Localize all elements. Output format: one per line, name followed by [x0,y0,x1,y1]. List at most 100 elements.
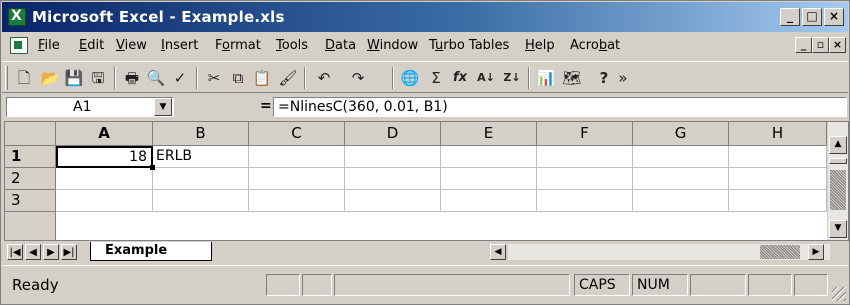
horizontal-scroll-thumb[interactable] [760,245,800,259]
copy-icon[interactable]: ⧉ [228,68,248,88]
column-header-g[interactable]: G [633,122,729,146]
menu-insert[interactable]: Insert [161,38,198,53]
last-sheet-button[interactable]: ▶| [61,244,77,260]
cell-c2[interactable] [249,168,345,190]
cell-f3[interactable] [537,190,633,212]
menu-file[interactable]: File [38,38,60,53]
paste-icon[interactable]: 📋 [252,68,272,88]
cell-b3[interactable] [153,190,249,212]
cell-d2[interactable] [345,168,441,190]
scroll-right-button[interactable]: ▶ [808,244,824,260]
cell-f2[interactable] [537,168,633,190]
maximize-button[interactable]: □ [802,8,822,26]
map-icon[interactable]: 🗺 [562,68,582,88]
doc-minimize-button[interactable]: _ [795,37,812,53]
row-header-4[interactable] [5,212,56,240]
function-icon[interactable]: fx [450,68,470,88]
more-icon[interactable]: » [616,68,630,88]
autosum-icon[interactable]: Σ [426,68,446,88]
minimize-button[interactable]: _ [780,8,800,26]
close-button[interactable]: × [824,8,844,26]
menu-format[interactable]: Format [215,38,261,53]
new-icon[interactable]: 🗋 [14,68,34,88]
doc-close-button[interactable]: × [829,37,846,53]
select-all-corner[interactable] [5,122,56,146]
menu-data[interactable]: Data [325,38,356,53]
menu-acrobat[interactable]: Acrobat [570,38,620,53]
open-icon[interactable]: 📂 [40,68,60,88]
column-header-f[interactable]: F [537,122,633,146]
column-header-b[interactable]: B [153,122,249,146]
column-header-c[interactable]: C [249,122,345,146]
formula-input[interactable]: =NlinesC(360, 0.01, B1) [273,97,847,117]
cell-h2[interactable] [729,168,827,190]
redo-icon[interactable]: ↷ [348,68,368,88]
row-header-2[interactable]: 2 [5,168,56,190]
column-header-h[interactable]: H [729,122,827,146]
cell-h1[interactable] [729,146,827,168]
column-header-d[interactable]: D [345,122,441,146]
column-header-a[interactable]: A [56,122,153,146]
row-header-1[interactable]: 1 [5,146,56,168]
hyperlink-icon[interactable]: 🌐 [400,68,420,88]
cell-a1[interactable]: 18 [56,146,153,168]
print-preview-icon[interactable]: 🔍 [146,68,166,88]
sort-descending-icon[interactable]: Z↓ [502,68,522,88]
menu-view[interactable]: View [116,38,147,53]
row-header-3[interactable]: 3 [5,190,56,212]
print-icon[interactable]: 🖶 [122,68,142,88]
cell-a2[interactable] [56,168,153,190]
cut-icon[interactable]: ✂ [204,68,224,88]
arrow-right-icon: ▶ [812,247,820,257]
menu-edit[interactable]: Edit [79,38,104,53]
cell-g3[interactable] [633,190,729,212]
name-box-dropdown[interactable]: ▼ [154,98,172,116]
resize-grip[interactable] [832,287,846,301]
cell-b1[interactable]: ERLB [153,146,249,168]
cell-f1[interactable] [537,146,633,168]
cell-e1[interactable] [441,146,537,168]
scroll-left-button[interactable]: ◀ [490,244,506,260]
cell-d1[interactable] [345,146,441,168]
cell-a3[interactable] [56,190,153,212]
fill-handle[interactable] [150,165,155,170]
menu-help[interactable]: Help [525,38,555,53]
arrow-left-icon: ◀ [494,247,502,257]
chart-wizard-icon[interactable]: 📊 [536,68,556,88]
help-icon[interactable]: ? [594,68,614,88]
cell-c1[interactable] [249,146,345,168]
undo-icon[interactable]: ↶ [314,68,334,88]
cell-b2[interactable] [153,168,249,190]
cell-d3[interactable] [345,190,441,212]
format-painter-icon[interactable]: 🖌 [278,68,298,88]
scroll-down-button[interactable]: ▼ [829,220,847,238]
next-sheet-button[interactable]: ▶ [43,244,59,260]
excel-app-icon[interactable] [8,8,26,26]
menu-window[interactable]: Window [367,38,418,53]
name-box[interactable]: A1 [6,97,174,117]
column-header-e[interactable]: E [441,122,537,146]
split-box[interactable] [829,158,847,164]
cell-g2[interactable] [633,168,729,190]
menu-turbo-tables[interactable]: Turbo Tables [429,38,509,53]
cell-g1[interactable] [633,146,729,168]
vertical-scrollbar[interactable]: ▲ ▼ [827,122,848,240]
title-bar[interactable]: Microsoft Excel - Example.xls _ □ × [2,2,848,32]
first-sheet-button[interactable]: |◀ [7,244,23,260]
sheet-tab-example[interactable]: Example [90,242,212,261]
menu-tools[interactable]: Tools [276,38,308,53]
scroll-up-button[interactable]: ▲ [829,136,847,154]
doc-restore-button[interactable]: ▫ [812,37,829,53]
workbook-icon[interactable] [10,37,28,54]
save-icon[interactable]: 💾 [64,68,84,88]
cell-e3[interactable] [441,190,537,212]
spelling-icon[interactable]: ✓ [170,68,190,88]
prev-sheet-button[interactable]: ◀ [25,244,41,260]
cell-c3[interactable] [249,190,345,212]
permission-icon[interactable]: 🖫 [88,68,108,88]
toolbar-grip[interactable] [5,66,8,90]
vertical-scroll-thumb[interactable] [830,170,846,210]
sort-ascending-icon[interactable]: A↓ [476,68,496,88]
cell-e2[interactable] [441,168,537,190]
cell-h3[interactable] [729,190,827,212]
